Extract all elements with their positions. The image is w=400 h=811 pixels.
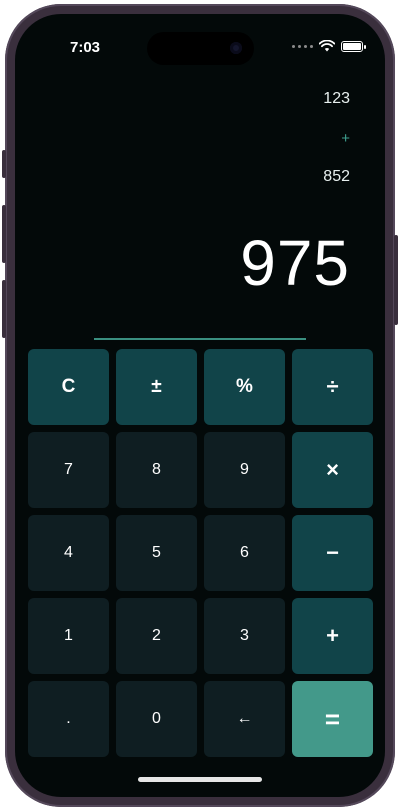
operator-symbol: + (341, 130, 350, 147)
phone-screen: 7:03 123 + 852 975 C ± % ÷ 7 8 9 × 4 5 6… (15, 14, 385, 797)
digit-6-button[interactable]: 6 (204, 515, 285, 591)
clear-button[interactable]: C (28, 349, 109, 425)
digit-1-button[interactable]: 1 (28, 598, 109, 674)
cellular-dots-icon (292, 44, 313, 48)
result-value: 975 (240, 227, 350, 299)
subtract-button[interactable]: − (292, 515, 373, 591)
volume-down-button (2, 280, 6, 338)
front-camera-icon (230, 42, 242, 54)
power-button (394, 235, 398, 325)
action-button (2, 150, 6, 178)
decimal-button[interactable]: . (28, 681, 109, 757)
volume-up-button (2, 205, 6, 263)
backspace-button[interactable]: ← (204, 681, 285, 757)
digit-4-button[interactable]: 4 (28, 515, 109, 591)
status-time: 7:03 (70, 39, 101, 56)
first-operand: 123 (323, 90, 350, 107)
display-divider (94, 338, 306, 340)
home-indicator[interactable] (138, 777, 262, 782)
battery-icon (341, 40, 366, 52)
percent-button[interactable]: % (204, 349, 285, 425)
digit-7-button[interactable]: 7 (28, 432, 109, 508)
status-bar: 7:03 (15, 14, 385, 74)
add-button[interactable]: + (292, 598, 373, 674)
multiply-button[interactable]: × (292, 432, 373, 508)
second-operand: 852 (323, 168, 350, 185)
digit-3-button[interactable]: 3 (204, 598, 285, 674)
equals-button[interactable]: = (292, 681, 373, 757)
digit-8-button[interactable]: 8 (116, 432, 197, 508)
status-icons (292, 40, 366, 52)
digit-2-button[interactable]: 2 (116, 598, 197, 674)
digit-9-button[interactable]: 9 (204, 432, 285, 508)
dynamic-island (147, 32, 254, 65)
digit-0-button[interactable]: 0 (116, 681, 197, 757)
wifi-icon (319, 40, 335, 52)
plus-minus-button[interactable]: ± (116, 349, 197, 425)
digit-5-button[interactable]: 5 (116, 515, 197, 591)
keypad: C ± % ÷ 7 8 9 × 4 5 6 − 1 2 3 + . 0 ← = (28, 349, 373, 757)
divide-button[interactable]: ÷ (292, 349, 373, 425)
